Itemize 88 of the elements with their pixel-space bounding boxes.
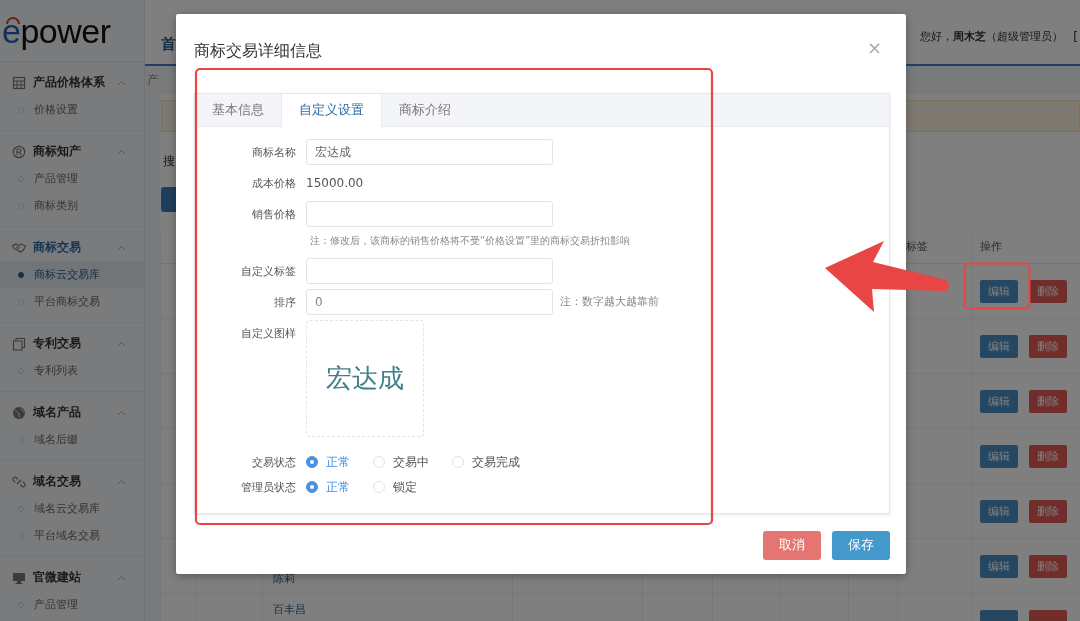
hint-text: 注：修改后，该商标的销售价格将不受“价格设置”里的商标交易折扣影响 (309, 234, 632, 248)
delete-button[interactable]: 删除 (1029, 279, 1067, 303)
chevron-icon[interactable] (117, 244, 126, 251)
tab[interactable]: 自定义设置 (281, 94, 382, 127)
edit-button[interactable]: 编辑 (980, 279, 1018, 303)
menu-group-title[interactable]: 产品价格体系 (33, 74, 105, 91)
radio-button[interactable] (306, 456, 318, 468)
calculator-icon (12, 75, 26, 90)
edit-button[interactable]: 编辑 (980, 444, 1018, 468)
sidebar-item[interactable]: 域名云交易库 (0, 495, 144, 522)
field-label: 管理员状态 (240, 479, 296, 495)
menu-group-title[interactable]: 商标交易 (33, 239, 81, 256)
documents-icon (12, 336, 26, 351)
field-label: 排序 (273, 294, 296, 310)
sidebar-item[interactable]: 商标类别 (0, 192, 144, 219)
close-button[interactable]: × (860, 36, 888, 58)
edit-button[interactable]: 编辑 (980, 334, 1018, 358)
field-value: 15000.00 (306, 175, 365, 192)
hint-text: 注：数字越大越靠前 (560, 295, 659, 309)
sidebar-item[interactable]: 专利列表 (0, 357, 144, 384)
globe-icon (12, 405, 26, 420)
field-label: 商标名称 (251, 144, 296, 160)
nav-tab[interactable]: 首 (161, 35, 176, 54)
sidebar-item[interactable]: 平台商标交易 (0, 288, 144, 315)
registered-icon (12, 144, 26, 159)
delete-button[interactable]: 删除 (1029, 554, 1067, 578)
sidebar-item[interactable]: 平台域名交易 (0, 522, 144, 549)
field-label: 自定义图样 (240, 326, 296, 341)
dialog-title: 商标交易详细信息 (194, 40, 322, 62)
edit-button[interactable]: 编辑 (980, 389, 1018, 413)
chevron-icon[interactable] (117, 79, 126, 86)
radio-option[interactable]: 正常 (306, 478, 350, 496)
edit-button[interactable]: 编辑 (980, 554, 1018, 578)
sidebar-item[interactable]: 产品管理 (0, 591, 144, 618)
column-header: 操作 (980, 239, 1002, 254)
handshake-icon (12, 240, 26, 255)
sidebar-item[interactable]: 商标云交易库 (0, 261, 144, 288)
menu-group-title[interactable]: 专利交易 (33, 335, 81, 352)
chevron-icon[interactable] (117, 574, 126, 581)
link-icon (12, 474, 26, 489)
chevron-icon[interactable] (117, 409, 126, 416)
radio-label: 正常 (326, 478, 350, 496)
delete-button[interactable]: 删除 (1029, 499, 1067, 523)
menu-group-title[interactable]: 商标知产 (33, 143, 81, 160)
monitor-icon (12, 570, 26, 585)
tab[interactable]: 商标介绍 (382, 94, 468, 126)
radio-option[interactable]: 正常 (306, 453, 350, 471)
annotation-frame (963, 262, 1031, 310)
field-label: 自定义标签 (240, 263, 296, 279)
search-label: 搜 (163, 152, 175, 170)
sidebar-item[interactable]: 价格设置 (0, 96, 144, 123)
radio-option[interactable]: 锁定 (373, 478, 417, 496)
field-label: 销售价格 (251, 206, 296, 222)
menu-group-title[interactable]: 域名交易 (33, 473, 81, 490)
text-field[interactable] (306, 258, 553, 284)
save-button[interactable]: 保存 (832, 531, 890, 560)
logo: epower (2, 13, 111, 48)
radio-option[interactable]: 交易中 (373, 453, 429, 471)
menu-group-title[interactable]: 官微建站 (33, 569, 81, 586)
column-header: 标签 (906, 239, 928, 254)
radio-label: 交易中 (393, 453, 429, 471)
text-field[interactable] (306, 201, 553, 227)
owner-name: 陈莉 (273, 572, 295, 585)
trademark-name[interactable]: 百丰昌 (273, 603, 306, 616)
logo-preview[interactable]: 宏达成 (306, 320, 424, 437)
sidebar-item[interactable]: 产品管理 (0, 165, 144, 192)
chevron-icon[interactable] (117, 340, 126, 347)
text-field[interactable]: 宏达成 (306, 139, 553, 165)
radio-label: 交易完成 (472, 453, 520, 471)
chevron-icon[interactable] (117, 478, 126, 485)
delete-button[interactable]: 删除 (1029, 389, 1067, 413)
radio-label: 正常 (326, 453, 350, 471)
cancel-button[interactable]: 取消 (763, 531, 821, 560)
radio-button[interactable] (306, 481, 318, 493)
chevron-icon[interactable] (117, 148, 126, 155)
delete-button[interactable]: 删除 (1029, 444, 1067, 468)
radio-option[interactable]: 交易完成 (452, 453, 520, 471)
radio-label: 锁定 (393, 478, 417, 496)
tab[interactable]: 基本信息 (195, 94, 281, 126)
bracket-text: [ (1073, 30, 1078, 44)
menu-group-title[interactable]: 域名产品 (33, 404, 81, 421)
field-label: 成本价格 (251, 175, 296, 191)
greeting-text: 您好，周木芝（超级管理员） (920, 29, 1064, 44)
edit-button[interactable]: 编辑 (980, 499, 1018, 523)
sidebar-item[interactable]: 域名后缀 (0, 426, 144, 453)
text-field[interactable]: 0 (306, 289, 553, 315)
field-label: 交易状态 (251, 454, 296, 470)
delete-button[interactable]: 删除 (1029, 334, 1067, 358)
